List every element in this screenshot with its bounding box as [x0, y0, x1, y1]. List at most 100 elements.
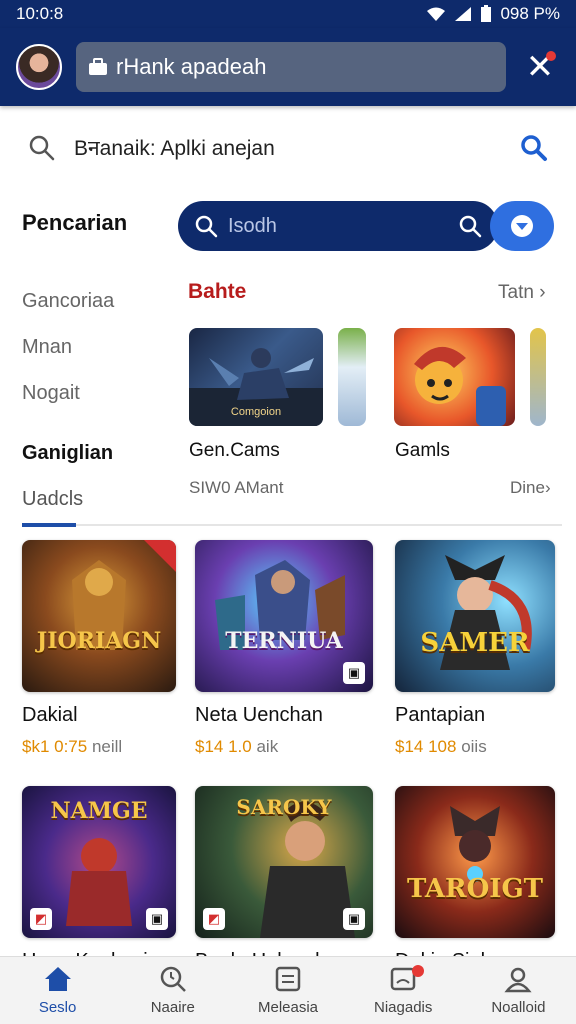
search-icon	[459, 215, 482, 238]
game-logo: SAROKY	[236, 795, 332, 820]
featured-card-image[interactable]: Comgoion	[189, 328, 323, 426]
nav-label: Niagadis	[374, 999, 433, 1016]
game-card[interactable]: JIORIAGN Dakial $k1 0:75 neill	[22, 540, 176, 757]
game-price-suffix: oiis	[461, 737, 487, 756]
profile-icon	[504, 967, 532, 993]
sale-ribbon	[144, 540, 176, 572]
pencarian-label: Pencarian	[22, 210, 128, 235]
game-logo: TAROIGT	[406, 874, 544, 905]
bottom-navigation: Seslo Naaire Meleasia Niagadis Noalloid	[0, 956, 576, 1024]
chevron-right-icon: ›	[544, 478, 551, 497]
game-logo: NAMGE	[50, 798, 148, 825]
platform-badge-icon: ◩	[203, 908, 225, 930]
more-label: Dine	[510, 478, 545, 497]
game-card[interactable]: TERNIUA ▣ Neta Uenchan $14 1.0 aik	[195, 540, 373, 757]
battery-text: 098 P%	[500, 4, 560, 23]
category-item[interactable]: Gancoriaa	[22, 278, 172, 324]
download-arrow-icon	[511, 215, 533, 237]
nav-label: Naaire	[150, 999, 195, 1016]
filter-button[interactable]	[490, 201, 554, 251]
status-bar: 10:0:8 098 P%	[0, 0, 576, 28]
game-art-image	[414, 346, 506, 426]
app-bar: rHank apadeah ✕	[0, 28, 576, 106]
game-price: $14 1.0 aik	[195, 737, 373, 757]
category-item[interactable]: Uadcls	[22, 476, 172, 522]
search-submit-icon[interactable]	[520, 134, 548, 162]
game-card-image: SAMER	[395, 540, 555, 692]
category-item[interactable]: Nogait	[22, 370, 172, 416]
game-price: $14 108 oiis	[395, 737, 555, 757]
game-price-value: $14 1.0	[195, 737, 252, 756]
chevron-right-icon: ›	[539, 282, 546, 303]
game-card-image: TERNIUA ▣	[195, 540, 373, 692]
featured-card-image[interactable]	[394, 328, 515, 426]
game-card[interactable]: NAMGE ◩ ▣ Hana Kaakaui	[22, 786, 176, 973]
app-bar-field-text: rHank apadeah	[116, 54, 267, 79]
search-row[interactable]: Bनanaik: Aplki anejan	[0, 118, 576, 178]
nav-item-documents[interactable]: Meleasia	[230, 957, 345, 1024]
search-clock-icon	[160, 966, 186, 992]
game-art-image	[440, 555, 532, 670]
featured-item-name: Gen.Cams	[189, 440, 280, 461]
game-card-image: NAMGE ◩ ▣	[22, 786, 176, 938]
nav-label: Seslo	[38, 999, 77, 1016]
pencarian-query: Isodh	[228, 214, 277, 237]
game-title: Neta Uenchan	[195, 704, 323, 726]
briefcase-icon	[89, 58, 107, 75]
home-icon	[44, 967, 71, 991]
document-icon	[275, 966, 301, 992]
notification-badge	[412, 965, 425, 977]
featured-card-image[interactable]	[338, 328, 366, 426]
app-bar-field[interactable]: rHank apadeah	[76, 42, 506, 92]
game-logo: JIORIAGN	[36, 628, 162, 655]
wifi-icon	[427, 7, 446, 21]
nav-item-home[interactable]: Seslo	[0, 957, 115, 1024]
game-logo: TERNIUA	[225, 628, 343, 655]
platform-badge-icon: ▣	[343, 908, 365, 930]
tab-indicator	[22, 523, 76, 527]
nav-item-notifications[interactable]: Niagadis	[346, 957, 461, 1024]
search-icon	[29, 135, 55, 161]
platform-badge-icon: ◩	[30, 908, 52, 930]
search-icon	[195, 215, 218, 238]
category-item[interactable]: Ganiglian	[22, 430, 172, 476]
game-title: Dakial	[22, 704, 78, 726]
more-link[interactable]: Dine›	[510, 478, 551, 498]
game-art-image	[450, 806, 500, 882]
nav-item-profile[interactable]: Noalloid	[461, 957, 576, 1024]
tab-indicator-track	[22, 523, 562, 527]
nav-label: Noalloid	[491, 999, 546, 1016]
game-price-value: $14 108	[395, 737, 457, 756]
game-price: $k1 0:75 neill	[22, 737, 176, 757]
game-card-image: JIORIAGN	[22, 540, 176, 692]
game-price-suffix: aik	[256, 737, 279, 756]
pencarian-search-field[interactable]: Isodh	[178, 201, 498, 251]
game-logo: SAMER	[420, 628, 530, 659]
game-card[interactable]: SAROKY ◩ ▣ Bonla Holanaks	[195, 786, 373, 973]
notification-dot	[546, 51, 556, 61]
status-time: 10:0:8	[16, 4, 64, 23]
featured-card-image[interactable]	[530, 328, 546, 426]
see-all-link[interactable]: Tatn ›	[498, 282, 546, 304]
nav-item-search[interactable]: Naaire	[115, 957, 230, 1024]
platform-badge-icon: ▣	[343, 662, 365, 684]
game-price-value: $k1 0:75	[22, 737, 88, 756]
game-price-suffix: neill	[91, 737, 123, 756]
game-card-image: TAROIGT	[395, 786, 555, 938]
avatar[interactable]	[16, 44, 62, 90]
game-card[interactable]: TAROIGT Dokie Sioka	[395, 786, 555, 973]
see-all-label: Tatn	[498, 282, 534, 303]
category-list: Gancoriaa Mnan Nogait Ganiglian Uadcls	[22, 278, 172, 522]
featured-section-title: Bahte	[188, 280, 247, 303]
nav-label: Meleasia	[257, 999, 319, 1016]
search-input[interactable]: Bनanaik: Aplki anejan	[74, 134, 502, 162]
close-button[interactable]: ✕	[520, 47, 560, 87]
game-title: Pantapian	[395, 704, 486, 726]
game-card-image: SAROKY ◩ ▣	[195, 786, 373, 938]
featured-item-subtitle: SIW0 AMant	[189, 478, 284, 497]
signal-icon	[455, 7, 472, 21]
game-card[interactable]: SAMER Pantapian $14 108 oiis	[395, 540, 555, 757]
status-icons: 098 P%	[426, 4, 560, 24]
category-item[interactable]: Mnan	[22, 324, 172, 370]
featured-item-name: Gamls	[395, 440, 450, 461]
